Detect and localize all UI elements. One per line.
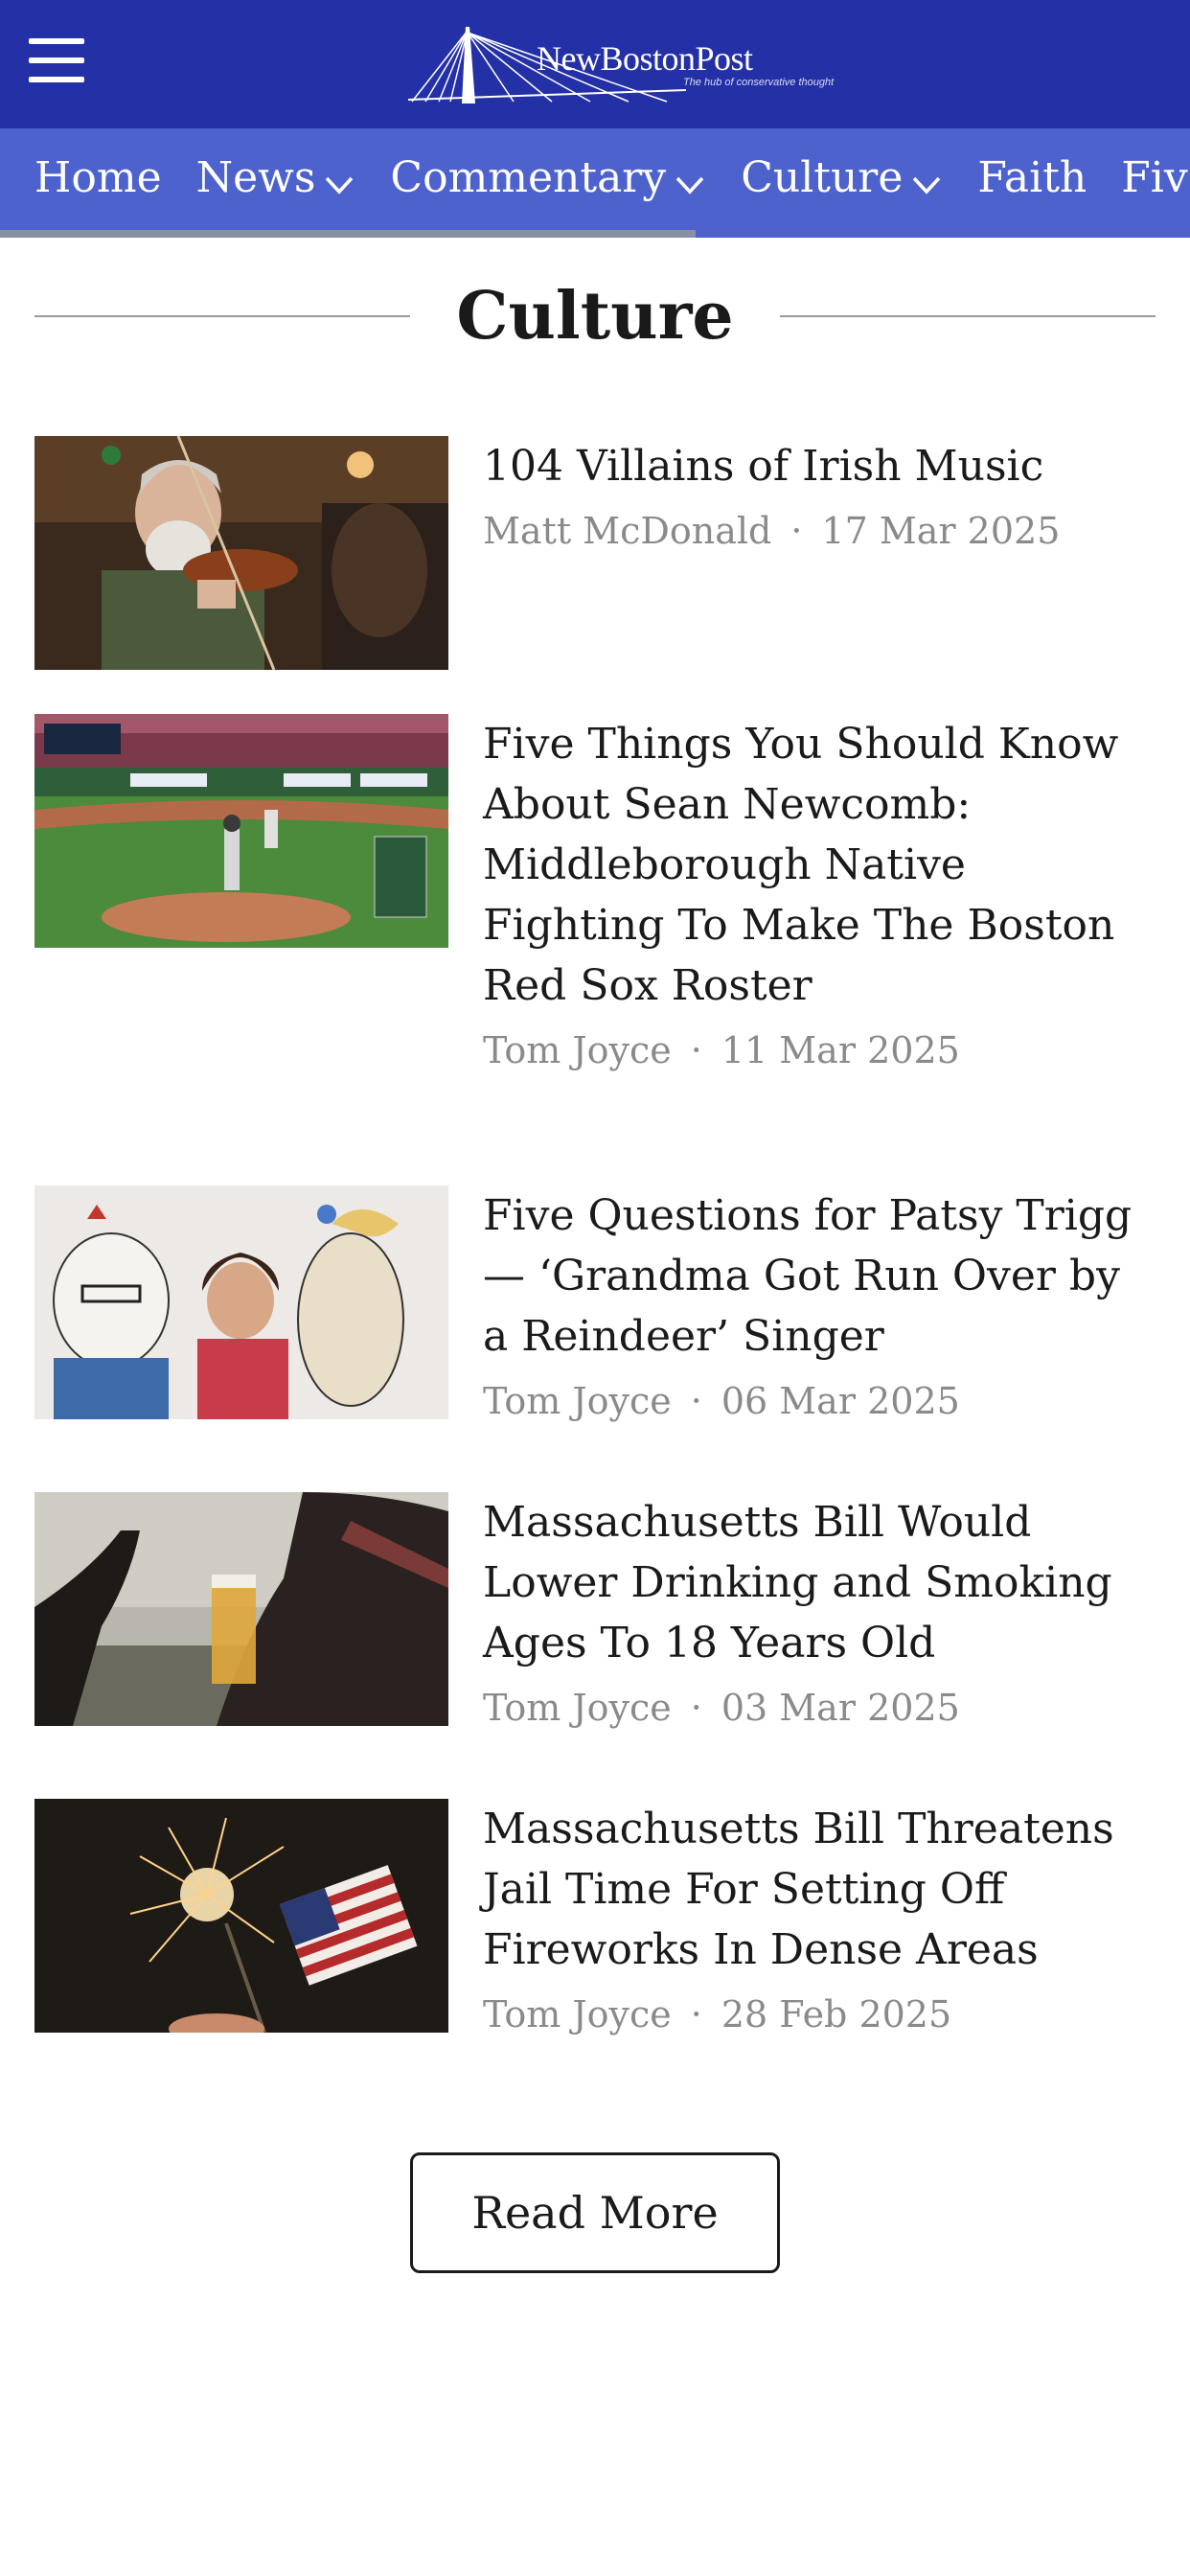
nav-item-faith[interactable]: Faith <box>977 153 1087 202</box>
nav-item-label: News <box>195 153 316 202</box>
article-date: 28 Feb 2025 <box>721 1993 952 2036</box>
meta-separator: · <box>690 1993 702 2036</box>
nav-item-label: Fiv <box>1121 153 1188 202</box>
article-title[interactable]: 104 Villains of Irish Music <box>483 436 1156 496</box>
site-logo[interactable]: NewBostonPost The hub of conservative th… <box>408 23 834 105</box>
article-author[interactable]: Matt McDonald <box>483 510 771 552</box>
logo-text: NewBostonPost <box>537 39 753 78</box>
article-title[interactable]: Five Things You Should Know About Sean N… <box>483 714 1156 1016</box>
article-date: 06 Mar 2025 <box>721 1380 960 1422</box>
meta-separator: · <box>690 1029 702 1071</box>
article-author[interactable]: Tom Joyce <box>483 1687 672 1729</box>
article-author[interactable]: Tom Joyce <box>483 1380 672 1422</box>
meta-separator: · <box>790 510 803 552</box>
article-text: 104 Villains of Irish Music Matt McDonal… <box>483 436 1156 552</box>
article-card[interactable]: 104 Villains of Irish Music Matt McDonal… <box>34 436 1156 670</box>
article-author[interactable]: Tom Joyce <box>483 1993 672 2036</box>
baseball-image <box>34 714 448 948</box>
top-bar: NewBostonPost The hub of conservative th… <box>0 0 1190 128</box>
nav-item-commentary[interactable]: Commentary <box>390 153 706 202</box>
read-more-button[interactable]: Read More <box>410 2152 780 2273</box>
article-title[interactable]: Massachusetts Bill Would Lower Drinking … <box>483 1492 1156 1673</box>
chevron-down-icon <box>675 176 704 195</box>
nav-item-fiv[interactable]: Fiv <box>1121 153 1187 202</box>
article-thumbnail[interactable] <box>34 1799 448 2033</box>
article-thumbnail[interactable] <box>34 436 448 670</box>
article-thumbnail[interactable] <box>34 714 448 948</box>
nav-item-news[interactable]: News <box>196 153 356 202</box>
article-text: Five Questions for Patsy Trigg — ‘Grandm… <box>483 1185 1156 1422</box>
article-card[interactable]: Massachusetts Bill Would Lower Drinking … <box>34 1492 1156 1741</box>
article-thumbnail[interactable] <box>34 1185 448 1419</box>
nav-item-label: Faith <box>977 153 1087 202</box>
article-text: Massachusetts Bill Threatens Jail Time F… <box>483 1799 1156 2036</box>
nav-item-label: Home <box>34 153 162 202</box>
chevron-down-icon <box>913 176 941 195</box>
article-title[interactable]: Massachusetts Bill Threatens Jail Time F… <box>483 1799 1156 1980</box>
article-meta: Tom Joyce · 03 Mar 2025 <box>483 1687 1156 1729</box>
article-meta: Matt McDonald · 17 Mar 2025 <box>483 510 1156 552</box>
article-date: 11 Mar 2025 <box>721 1029 960 1071</box>
beer-silhouette-image <box>34 1492 448 1726</box>
article-date: 17 Mar 2025 <box>821 510 1061 552</box>
nav-items: Home News Commentary Culture Faith Fiv <box>34 153 1190 202</box>
hamburger-menu-icon[interactable] <box>29 38 84 82</box>
page: NewBostonPost The hub of conservative th… <box>0 0 1190 2576</box>
logo-tagline: The hub of conservative thought <box>683 77 835 88</box>
article-meta: Tom Joyce · 11 Mar 2025 <box>483 1029 1156 1071</box>
nav-item-label: Commentary <box>390 153 667 202</box>
article-date: 03 Mar 2025 <box>721 1687 960 1729</box>
article-text: Massachusetts Bill Would Lower Drinking … <box>483 1492 1156 1729</box>
article-meta: Tom Joyce · 06 Mar 2025 <box>483 1380 1156 1422</box>
article-thumbnail[interactable] <box>34 1492 448 1726</box>
article-meta: Tom Joyce · 28 Feb 2025 <box>483 1993 1156 2036</box>
sparkler-flag-image <box>34 1799 448 2033</box>
nav-item-home[interactable]: Home <box>34 153 162 202</box>
article-author[interactable]: Tom Joyce <box>483 1029 672 1071</box>
article-card[interactable]: Five Questions for Patsy Trigg — ‘Grandm… <box>34 1185 1156 1435</box>
chevron-down-icon <box>326 176 354 195</box>
nav-item-label: Culture <box>741 153 904 202</box>
nav-item-culture[interactable]: Culture <box>741 153 943 202</box>
singer-reindeer-image <box>34 1185 448 1419</box>
article-text: Five Things You Should Know About Sean N… <box>483 714 1156 1071</box>
article-card[interactable]: Massachusetts Bill Threatens Jail Time F… <box>34 1799 1156 2048</box>
section-title: Culture <box>456 278 734 355</box>
nav-scroll-indicator <box>0 230 696 238</box>
meta-separator: · <box>690 1687 702 1729</box>
article-title[interactable]: Five Questions for Patsy Trigg — ‘Grandm… <box>483 1185 1156 1367</box>
fiddler-image <box>34 436 448 670</box>
nav-bar: Home News Commentary Culture Faith Fiv <box>0 128 1190 238</box>
article-card[interactable]: Five Things You Should Know About Sean N… <box>34 714 1156 1097</box>
meta-separator: · <box>690 1380 702 1422</box>
